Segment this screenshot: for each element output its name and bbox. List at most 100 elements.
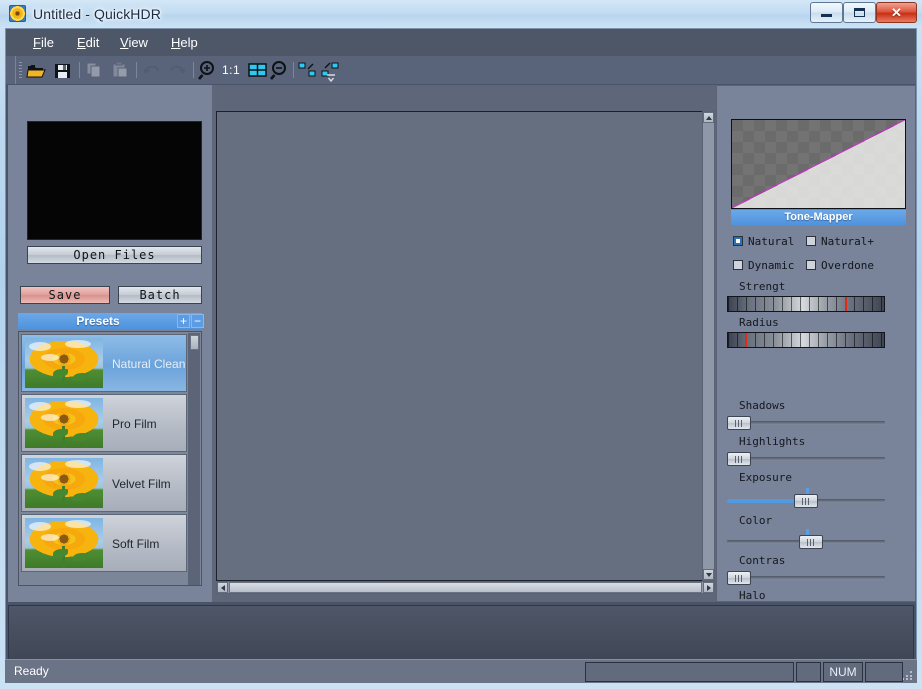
tone-mapper-preview[interactable] bbox=[731, 119, 906, 209]
list-item[interactable]: Velvet Film bbox=[21, 454, 187, 512]
status-cell-scroll bbox=[865, 662, 903, 682]
checkbox-overdone-icon[interactable] bbox=[806, 260, 816, 270]
highlights-slider[interactable] bbox=[727, 452, 885, 466]
app-body: FFileile Edit View Help bbox=[5, 28, 917, 680]
paste-icon[interactable] bbox=[110, 60, 131, 80]
zoom-out-icon[interactable] bbox=[270, 60, 291, 80]
save-button[interactable]: Save bbox=[20, 286, 110, 304]
exposure-slider[interactable] bbox=[727, 488, 885, 508]
add-preset-button[interactable]: + bbox=[177, 314, 190, 328]
image-canvas[interactable] bbox=[216, 111, 706, 581]
slider-knob[interactable] bbox=[727, 452, 751, 466]
toolbar-separator bbox=[136, 62, 137, 78]
toolbar-separator bbox=[193, 62, 194, 78]
canvas-horizontal-scrollbar[interactable] bbox=[216, 581, 715, 594]
zoom-ratio-label: 1:1 bbox=[222, 63, 241, 77]
zoom-in-icon[interactable] bbox=[198, 60, 219, 80]
strength-gradient-slider[interactable] bbox=[727, 296, 885, 312]
preset-label: Pro Film bbox=[112, 417, 157, 431]
window-title: Untitled - QuickHDR bbox=[33, 6, 161, 22]
sunflower-app-icon bbox=[9, 5, 26, 22]
menu-view[interactable]: View bbox=[113, 33, 155, 52]
preset-label: Natural Clean bbox=[112, 357, 186, 371]
minimize-button[interactable] bbox=[810, 2, 843, 23]
image-preview[interactable] bbox=[27, 121, 202, 240]
slider-knob[interactable] bbox=[794, 494, 818, 508]
open-files-button[interactable]: Open Files bbox=[27, 246, 202, 264]
status-message: Ready bbox=[14, 664, 49, 678]
list-item[interactable]: Natural Clean bbox=[21, 334, 187, 392]
strength-marker bbox=[845, 297, 847, 311]
mode-dynamic[interactable]: Dynamic bbox=[733, 259, 794, 272]
title-bar: Untitled - QuickHDR ✕ bbox=[0, 0, 922, 28]
scroll-left-icon[interactable] bbox=[217, 582, 228, 593]
presets-scrollbar[interactable] bbox=[188, 333, 200, 585]
mode-natural-label: Natural bbox=[748, 235, 795, 248]
preset-thumbnail bbox=[25, 398, 103, 448]
preset-thumbnail bbox=[25, 458, 103, 508]
menu-help[interactable]: Help bbox=[164, 33, 205, 52]
save-icon[interactable] bbox=[52, 60, 73, 80]
radius-gradient-slider[interactable] bbox=[727, 332, 885, 348]
fit-window-icon[interactable] bbox=[247, 60, 268, 80]
close-icon: ✕ bbox=[891, 4, 902, 20]
open-icon[interactable] bbox=[26, 60, 47, 80]
close-button[interactable]: ✕ bbox=[876, 2, 917, 23]
mode-overdone[interactable]: Overdone bbox=[806, 259, 874, 272]
menu-file[interactable]: FFileile bbox=[26, 33, 61, 52]
toolbar: 1:1 bbox=[6, 56, 916, 84]
redo-icon[interactable] bbox=[167, 60, 188, 80]
horizontal-scrollbar-thumb[interactable] bbox=[229, 582, 702, 593]
halo-label: Halo bbox=[739, 589, 766, 602]
contrast-slider[interactable] bbox=[727, 571, 885, 585]
resize-grip-icon[interactable] bbox=[903, 670, 913, 680]
batch-button[interactable]: Batch bbox=[118, 286, 202, 304]
right-panel: Tone-Mapper Natural Natural+ Dynamic Ove… bbox=[716, 85, 916, 602]
highlights-label: Highlights bbox=[739, 435, 806, 448]
remove-preset-button[interactable]: − bbox=[191, 314, 204, 328]
preset-thumbnail bbox=[25, 338, 103, 388]
presets-header: Presets + − bbox=[18, 313, 204, 329]
mode-natural-plus[interactable]: Natural+ bbox=[806, 235, 874, 248]
color-slider[interactable] bbox=[727, 529, 885, 549]
status-bar: Ready NUM bbox=[5, 659, 917, 683]
toolbar-gripper[interactable] bbox=[19, 62, 22, 78]
center-panel bbox=[212, 85, 716, 602]
checkbox-dynamic-icon[interactable] bbox=[733, 260, 743, 270]
maximize-button[interactable] bbox=[843, 2, 876, 23]
slider-knob[interactable] bbox=[798, 535, 823, 549]
color-label: Color bbox=[739, 514, 773, 527]
scroll-up-icon[interactable] bbox=[703, 112, 714, 123]
scroll-down-icon[interactable] bbox=[703, 569, 714, 580]
slider-knob[interactable] bbox=[727, 416, 751, 430]
mode-natural[interactable]: Natural bbox=[733, 235, 794, 248]
radio-natural-icon[interactable] bbox=[733, 236, 743, 246]
toolbar-separator bbox=[293, 62, 294, 78]
contrast-label: Contras bbox=[739, 554, 786, 567]
presets-title: Presets bbox=[76, 314, 120, 328]
undo-icon[interactable] bbox=[141, 60, 162, 80]
left-panel: Open Files Save Batch Presets + − Natura… bbox=[8, 85, 212, 602]
status-badge-num: NUM bbox=[823, 662, 863, 682]
checkbox-natural-plus-icon[interactable] bbox=[806, 236, 816, 246]
copy-icon[interactable] bbox=[84, 60, 105, 80]
menu-edit[interactable]: Edit bbox=[70, 33, 106, 52]
status-cell-main bbox=[585, 662, 794, 682]
scroll-right-icon[interactable] bbox=[703, 582, 714, 593]
align-left-icon[interactable] bbox=[297, 60, 318, 80]
preset-label: Velvet Film bbox=[112, 477, 171, 491]
presets-scrollbar-thumb[interactable] bbox=[190, 335, 199, 350]
toolbar-strip: 1:1 bbox=[15, 56, 339, 84]
mode-natural-plus-label: Natural+ bbox=[821, 235, 874, 248]
status-cell-caps bbox=[796, 662, 821, 682]
exposure-label: Exposure bbox=[739, 471, 792, 484]
toolbar-overflow-icon[interactable] bbox=[326, 70, 336, 83]
presets-list[interactable]: Natural Clean Pro Film Velvet Film Soft … bbox=[18, 331, 202, 586]
checker-overlay bbox=[732, 120, 905, 208]
shadows-slider[interactable] bbox=[727, 416, 885, 430]
slider-knob[interactable] bbox=[727, 571, 751, 585]
list-item[interactable]: Pro Film bbox=[21, 394, 187, 452]
canvas-vertical-scrollbar[interactable] bbox=[702, 111, 715, 581]
list-item[interactable]: Soft Film bbox=[21, 514, 187, 572]
shadows-label: Shadows bbox=[739, 399, 786, 412]
